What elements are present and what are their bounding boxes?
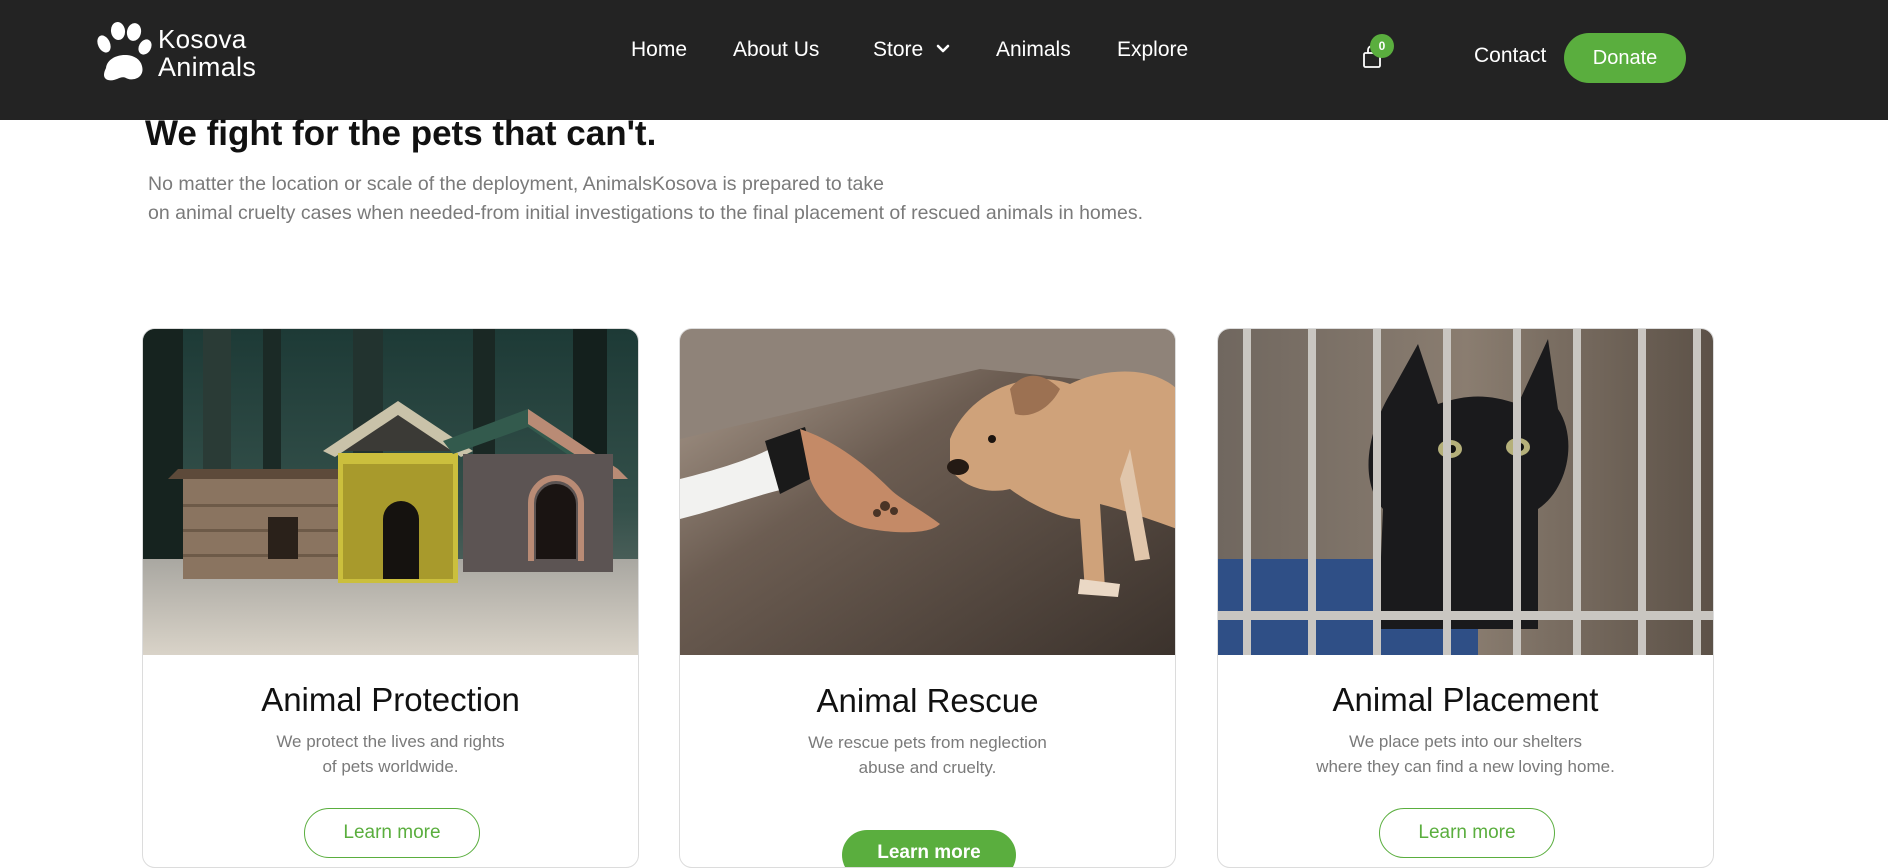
card-description: We protect the lives and rights of pets … <box>143 729 638 779</box>
card-description-line-2: where they can find a new loving home. <box>1316 757 1615 776</box>
logo-text-line1: Kosova <box>158 24 247 54</box>
dog-houses-photo <box>143 329 638 655</box>
card-title: Animal Placement <box>1332 681 1599 718</box>
card-title: Animal Protection <box>261 681 520 718</box>
chevron-down-icon <box>936 44 950 53</box>
nav-explore[interactable]: Explore <box>1117 38 1188 62</box>
card-description-line-2: of pets worldwide. <box>322 757 459 776</box>
intro-line-2: on animal cruelty cases when needed-from… <box>148 202 1144 224</box>
card-title: Animal Rescue <box>816 682 1039 719</box>
contact-link[interactable]: Contact <box>1474 44 1546 68</box>
learn-more-button[interactable]: Learn more <box>1379 808 1555 858</box>
nav-store-label: Store <box>873 38 924 61</box>
cart-count-badge: 0 <box>1370 34 1394 58</box>
card-animal-rescue: Animal Rescue We rescue pets from neglec… <box>679 328 1176 868</box>
card-description-line-1: We place pets into our shelters <box>1348 732 1583 751</box>
site-logo[interactable]: Kosova Animals <box>96 22 266 84</box>
intro-line-1: No matter the location or scale of the d… <box>148 173 884 195</box>
dog-feeding-photo <box>680 329 1175 655</box>
card-description-line-2: abuse and cruelty. <box>858 758 997 777</box>
card-description-line-1: We protect the lives and rights <box>276 732 505 751</box>
learn-more-button[interactable]: Learn more <box>842 830 1016 867</box>
card-description: We place pets into our shelters where th… <box>1218 729 1713 779</box>
site-header: Kosova Animals Home About Us Store Anima… <box>0 0 1888 120</box>
logo-text-line2: Animals <box>158 52 257 82</box>
donate-button[interactable]: Donate <box>1564 33 1686 83</box>
card-description-line-1: We rescue pets from neglection <box>808 733 1047 752</box>
nav-store[interactable]: Store <box>873 38 953 62</box>
nav-animals[interactable]: Animals <box>996 38 1071 62</box>
intro-paragraph: No matter the location or scale of the d… <box>148 170 1148 228</box>
card-animal-protection: Animal Protection We protect the lives a… <box>142 328 639 868</box>
kitten-in-cage-photo <box>1218 329 1713 655</box>
card-animal-placement: Animal Placement We place pets into our … <box>1217 328 1714 868</box>
page-headline: We fight for the pets that can't. <box>145 114 657 153</box>
paw-print-icon <box>97 22 152 81</box>
nav-home[interactable]: Home <box>631 38 687 62</box>
nav-about-us[interactable]: About Us <box>733 38 819 62</box>
card-description: We rescue pets from neglection abuse and… <box>680 730 1175 780</box>
learn-more-button[interactable]: Learn more <box>304 808 480 858</box>
